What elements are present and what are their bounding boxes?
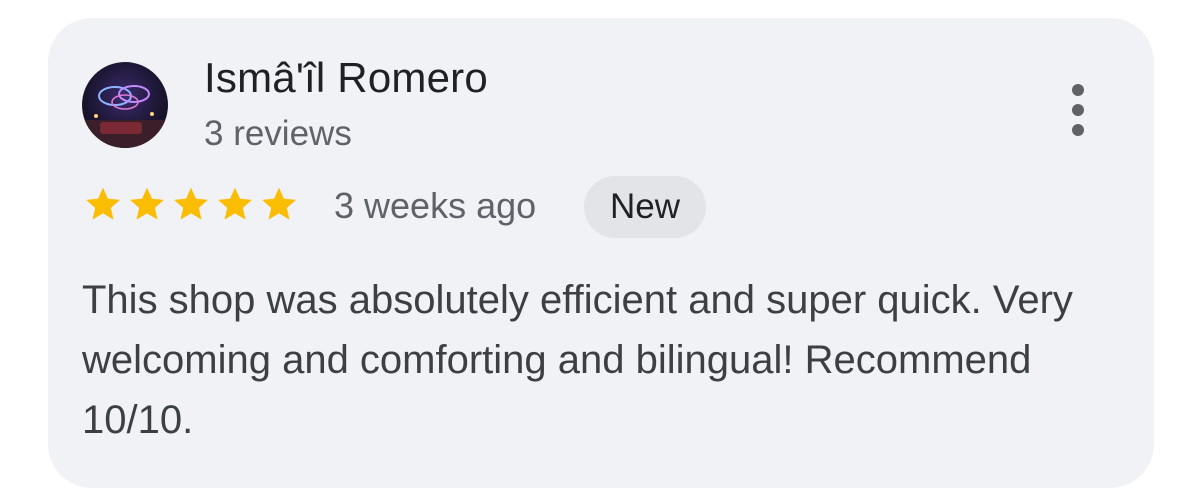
star-icon xyxy=(174,187,208,220)
star-icon xyxy=(130,187,164,220)
review-card: Ismâ'îl Romero 3 reviews 3 weeks ago New… xyxy=(48,18,1154,488)
star-icon xyxy=(218,187,252,220)
review-count: 3 reviews xyxy=(204,114,352,153)
review-text: This shop was absolutely efficient and s… xyxy=(82,278,1073,442)
star-icon xyxy=(86,187,120,220)
author-name[interactable]: Ismâ'îl Romero xyxy=(204,54,488,102)
star-icon xyxy=(262,187,296,220)
new-badge: New xyxy=(584,176,707,238)
avatar[interactable] xyxy=(82,62,168,148)
more-options-button[interactable] xyxy=(1064,84,1094,136)
review-time: 3 weeks ago xyxy=(334,185,537,226)
star-rating xyxy=(82,184,300,224)
